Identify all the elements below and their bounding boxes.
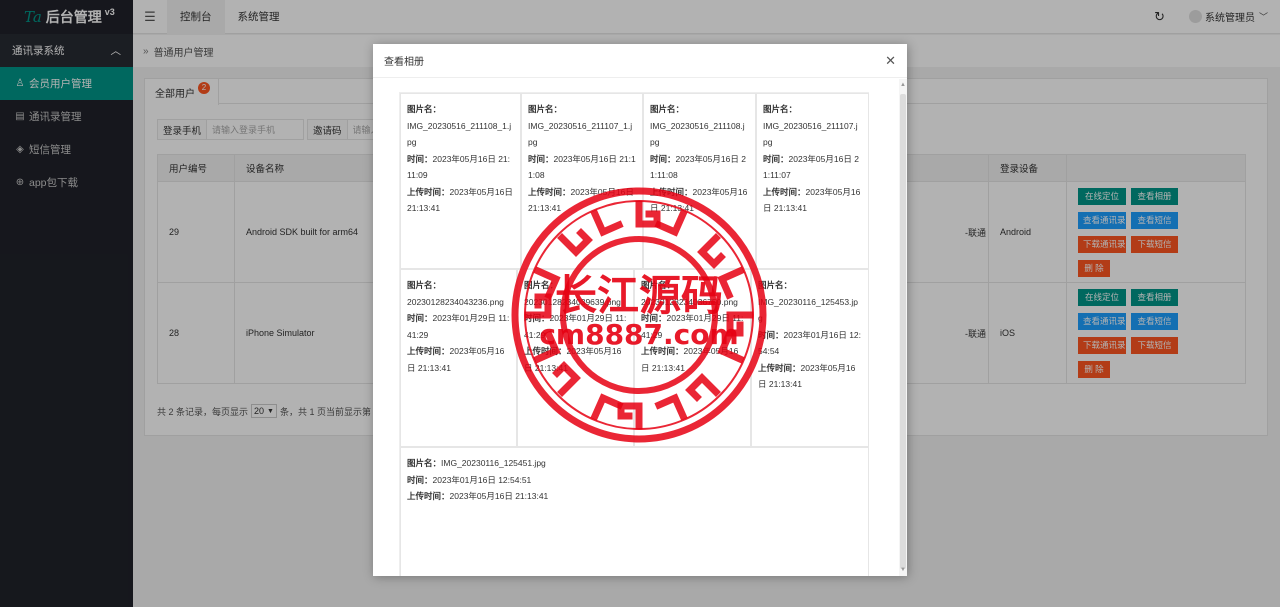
scroll-down-icon[interactable]: ▼: [900, 567, 906, 573]
photo-card[interactable]: 图片名： 20230128234039639.png 时间：2023年01月29…: [517, 269, 634, 447]
photo-card[interactable]: 图片名： IMG_20230516_211107_1.jpg 时间：2023年0…: [521, 93, 643, 269]
photo-name: IMG_20230116_125451.jpg: [441, 458, 546, 468]
modal-scrollbar-thumb[interactable]: [900, 94, 906, 569]
photo-card[interactable]: 图片名： 20230128234043236.png 时间：2023年01月29…: [400, 269, 517, 447]
photo-card[interactable]: 图片名：IMG_20230116_125451.jpg 时间：2023年01月1…: [400, 447, 869, 576]
photo-name: IMG_20230516_211108_1.jpg: [407, 120, 512, 148]
album-modal: 查看相册 ✕ 图片名： IMG_20230516_211108_1.jpg 时间…: [373, 44, 907, 576]
photo-card[interactable]: 图片名： IMG_20230516_211107.jpg 时间：2023年05月…: [756, 93, 869, 269]
photo-upload-time: 2023年05月16日 21:13:41: [449, 491, 549, 501]
photo-card[interactable]: 图片名： IMG_20230516_211108_1.jpg 时间：2023年0…: [400, 93, 521, 269]
photo-time: 2023年01月16日 12:54:51: [432, 474, 532, 485]
photo-grid: 图片名： IMG_20230516_211108_1.jpg 时间：2023年0…: [399, 92, 869, 576]
photo-name: IMG_20230516_211107_1.jpg: [528, 120, 633, 148]
photo-name: IMG_20230116_125453.jpg: [758, 296, 859, 324]
photo-card[interactable]: 图片名： 20230128234036750.png 时间：2023年01月29…: [634, 269, 751, 447]
close-icon[interactable]: ✕: [885, 54, 896, 67]
photo-card[interactable]: 图片名： IMG_20230116_125453.jpg 时间：2023年01月…: [751, 269, 869, 447]
photo-name: IMG_20230516_211108.jpg: [650, 120, 745, 148]
modal-body: 图片名： IMG_20230516_211108_1.jpg 时间：2023年0…: [373, 79, 907, 576]
photo-name: 20230128234043236.png: [407, 296, 504, 307]
photo-name: 20230128234036750.png: [641, 296, 738, 307]
modal-title: 查看相册: [373, 44, 907, 78]
photo-card[interactable]: 图片名： IMG_20230516_211108.jpg 时间：2023年05月…: [643, 93, 756, 269]
photo-name: 20230128234039639.png: [524, 296, 621, 307]
photo-name: IMG_20230516_211107.jpg: [763, 120, 858, 148]
scroll-up-icon[interactable]: ▲: [900, 82, 906, 88]
